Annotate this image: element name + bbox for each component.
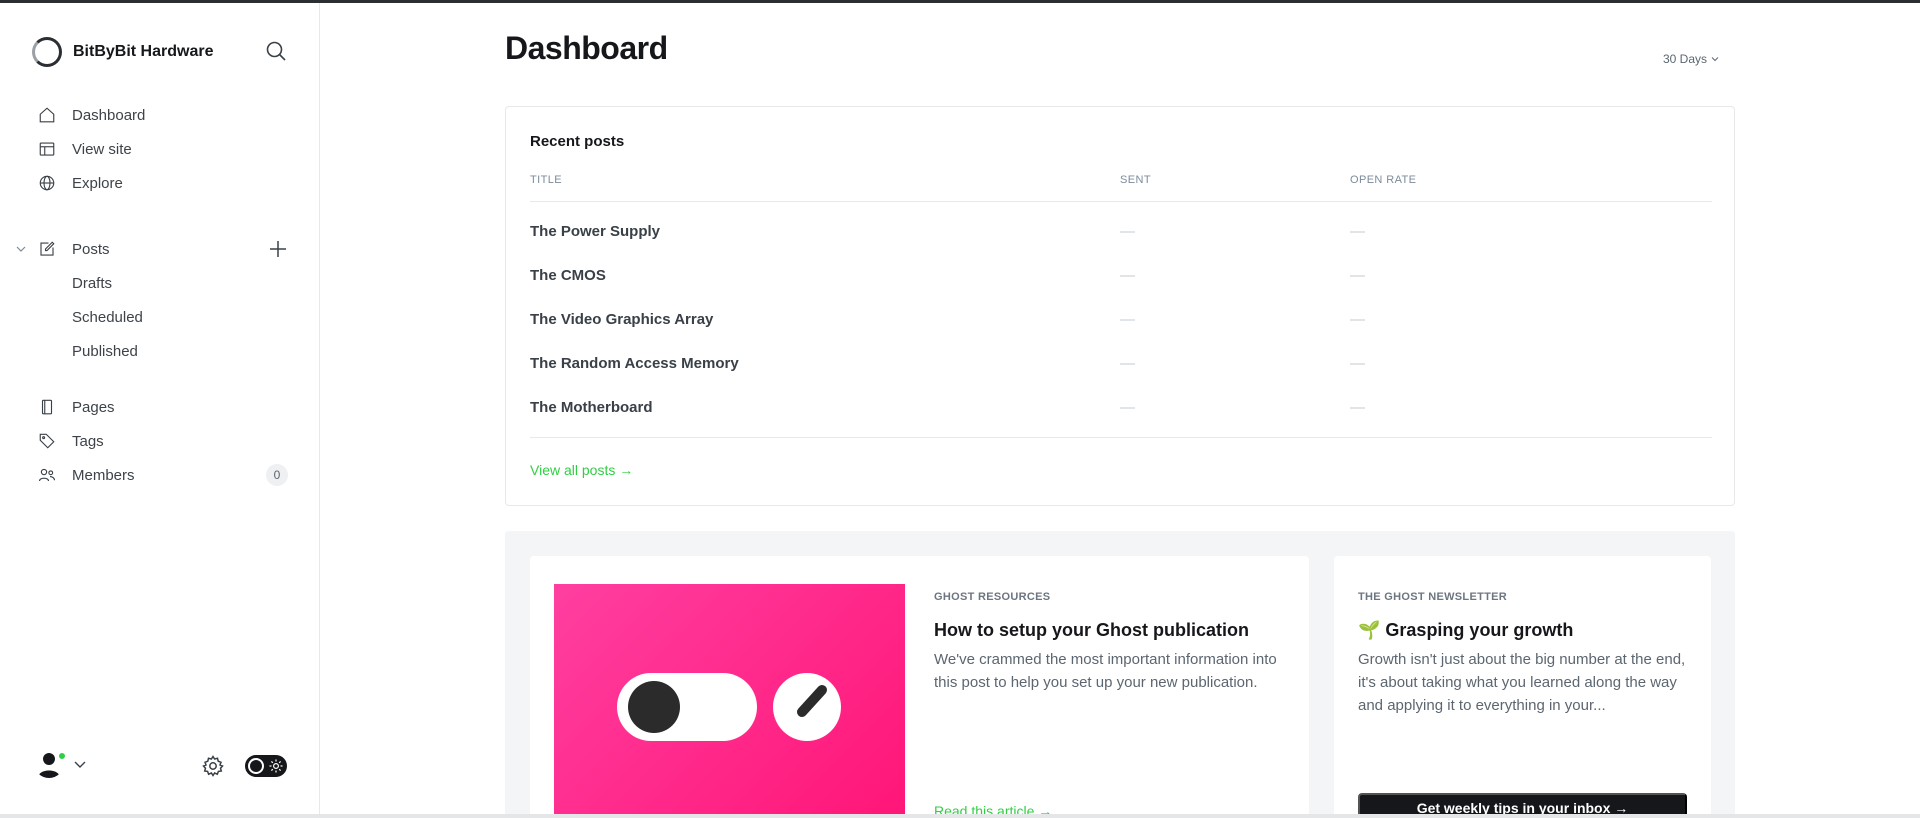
table-row[interactable]: The Random Access Memory — — <box>530 341 1712 385</box>
post-open-rate: — <box>1350 223 1365 240</box>
resource-image <box>554 584 905 814</box>
resource-description: We've crammed the most important informa… <box>934 651 1277 691</box>
chevron-down-icon[interactable] <box>73 757 87 771</box>
sidebar-item-label: Explore <box>72 174 123 192</box>
sidebar-item-dashboard[interactable]: Dashboard <box>0 98 320 132</box>
post-sent: — <box>1120 223 1135 240</box>
card-title: Recent posts <box>530 133 625 150</box>
table-row[interactable]: The Video Graphics Array — — <box>530 297 1712 341</box>
newsletter-description: Growth isn't just about the big number a… <box>1358 651 1686 714</box>
column-header-open-rate: OPEN RATE <box>1350 174 1417 186</box>
brand-name: BitByBit Hardware <box>73 43 214 60</box>
post-open-rate: — <box>1350 267 1365 284</box>
post-sent: — <box>1120 355 1135 372</box>
brand-logo-icon <box>32 37 62 67</box>
post-open-rate: — <box>1350 355 1365 372</box>
sidebar-item-published[interactable]: Published <box>0 334 320 368</box>
toggle-illustration-icon <box>617 673 841 741</box>
table-row[interactable]: The Power Supply — — <box>530 209 1712 253</box>
sidebar-item-view-site[interactable]: View site <box>0 132 320 166</box>
chevron-down-icon <box>1711 57 1719 62</box>
sidebar-item-label: View site <box>72 140 132 158</box>
theme-toggle[interactable] <box>245 755 287 777</box>
sidebar: BitByBit Hardware Dashboard View site Ex… <box>0 3 320 814</box>
divider <box>530 201 1712 202</box>
post-title: The Random Access Memory <box>530 355 739 372</box>
members-icon <box>37 465 57 485</box>
brand[interactable]: BitByBit Hardware <box>32 36 213 68</box>
sidebar-item-label: Posts <box>72 240 110 258</box>
globe-icon <box>37 173 57 193</box>
sidebar-item-pages[interactable]: Pages <box>0 390 320 424</box>
sidebar-footer <box>0 748 320 788</box>
gear-icon[interactable] <box>201 754 225 778</box>
members-count-badge: 0 <box>266 464 288 486</box>
table-row[interactable]: The Motherboard — — <box>530 385 1712 429</box>
post-title: The Video Graphics Array <box>530 311 714 328</box>
newsletter-eyebrow: THE GHOST NEWSLETTER <box>1358 591 1507 603</box>
post-sent: — <box>1120 399 1135 416</box>
page-title: Dashboard <box>505 30 668 66</box>
view-all-posts-link[interactable]: View all posts → <box>530 462 633 478</box>
resource-eyebrow: GHOST RESOURCES <box>934 591 1051 603</box>
sidebar-item-members[interactable]: Members 0 <box>0 458 320 492</box>
sidebar-item-explore[interactable]: Explore <box>0 166 320 200</box>
column-header-title: TITLE <box>530 174 562 186</box>
date-range-select[interactable]: 30 Days <box>1663 52 1719 66</box>
sidebar-item-scheduled[interactable]: Scheduled <box>0 300 320 334</box>
chevron-down-icon[interactable] <box>15 243 27 255</box>
table-row[interactable]: The CMOS — — <box>530 253 1712 297</box>
sidebar-item-label: Published <box>72 342 138 360</box>
newsletter-card: THE GHOST NEWSLETTER 🌱 Grasping your gro… <box>1334 556 1711 818</box>
sidebar-item-label: Dashboard <box>72 106 146 124</box>
sidebar-item-label: Scheduled <box>72 308 143 326</box>
sun-icon <box>269 759 283 773</box>
resources-section: GHOST RESOURCES How to setup your Ghost … <box>505 531 1735 818</box>
search-icon[interactable] <box>264 39 288 63</box>
date-range-label: 30 Days <box>1663 52 1708 66</box>
resource-title: How to setup your Ghost publication <box>934 620 1249 640</box>
edit-icon <box>37 239 57 259</box>
sidebar-item-label: Members <box>72 466 135 484</box>
toggle-knob <box>248 758 264 774</box>
layout-icon <box>37 139 57 159</box>
bottom-border <box>0 814 1920 818</box>
newsletter-title: 🌱 Grasping your growth <box>1358 620 1574 640</box>
post-open-rate: — <box>1350 311 1365 328</box>
post-title: The Motherboard <box>530 399 653 416</box>
sidebar-item-posts[interactable]: Posts <box>0 232 320 266</box>
home-icon <box>37 105 57 125</box>
post-title: The Power Supply <box>530 223 661 240</box>
resource-card[interactable]: GHOST RESOURCES How to setup your Ghost … <box>530 556 1309 818</box>
sidebar-item-drafts[interactable]: Drafts <box>0 266 320 300</box>
post-sent: — <box>1120 311 1135 328</box>
page-icon <box>37 397 57 417</box>
divider <box>530 437 1712 438</box>
column-header-sent: SENT <box>1120 174 1151 186</box>
sidebar-item-label: Drafts <box>72 274 113 292</box>
online-status-dot <box>57 751 67 761</box>
tag-icon <box>37 431 57 451</box>
recent-posts-card: Recent posts TITLE SENT OPEN RATE The Po… <box>505 106 1735 506</box>
post-title: The CMOS <box>530 267 606 284</box>
sidebar-item-tags[interactable]: Tags <box>0 424 320 458</box>
add-post-icon[interactable] <box>268 239 288 259</box>
post-open-rate: — <box>1350 399 1365 416</box>
sidebar-item-label: Pages <box>72 398 115 416</box>
sidebar-item-label: Tags <box>72 432 104 450</box>
post-sent: — <box>1120 267 1135 284</box>
